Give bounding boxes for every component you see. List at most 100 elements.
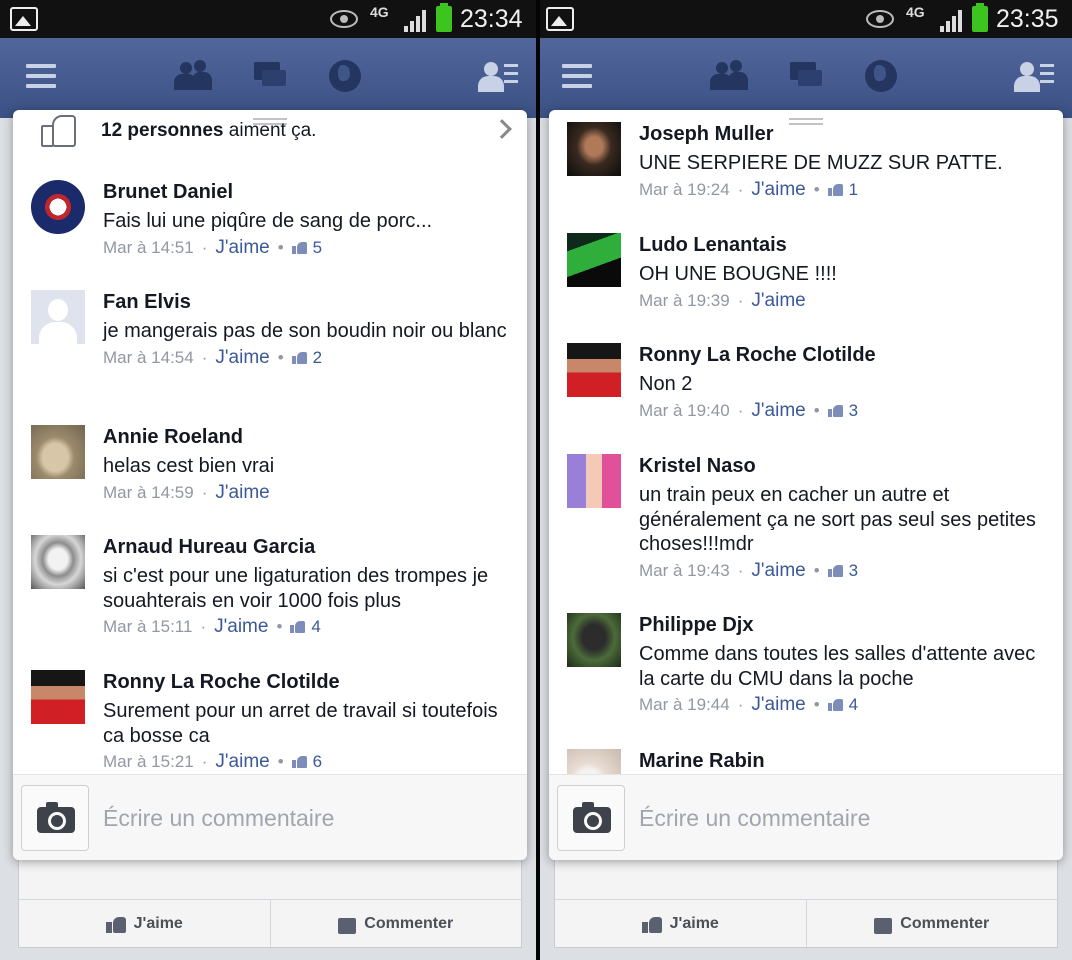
comment-like-link[interactable]: J'aime [215,751,269,772]
signal-icon [404,8,430,32]
signal-icon [940,8,966,32]
separator-dot: • [813,695,820,714]
comment-text: Non 2 [639,373,693,395]
avatar[interactable] [31,670,85,724]
camera-icon [573,802,611,833]
network-type-label: 4G [370,4,389,20]
comment-input[interactable] [639,803,1047,833]
phone-screen-left: 4G 23:34 12 J'aime · 31 commentaires J'a… [0,0,536,960]
comment-like-count[interactable]: 1 [827,180,858,199]
commenter-name[interactable]: Fan Elvis [103,290,511,314]
like-icon [291,241,308,254]
comment-timestamp: Mar à 14:59 [103,482,194,502]
comment-like-count[interactable]: 6 [291,752,322,771]
menu-icon[interactable] [558,58,598,94]
comment-like-link[interactable]: J'aime [215,482,269,503]
friends-list-icon[interactable] [478,58,518,94]
likes-summary-row[interactable]: 12 personnes aiment ça. [13,110,527,156]
commenter-name[interactable]: Ronny La Roche Clotilde [639,343,1047,367]
add-photo-button[interactable] [21,785,89,851]
like-icon [641,915,662,933]
friend-requests-icon[interactable] [174,58,214,94]
avatar[interactable] [567,233,621,287]
notifications-globe-icon[interactable] [329,60,361,92]
comment-composer [13,774,527,860]
separator-dot: · [200,617,207,636]
commenter-name[interactable]: Annie Roeland [103,425,511,449]
avatar[interactable] [31,290,85,344]
comment-like-count[interactable]: 4 [827,695,858,714]
comment-icon [338,917,357,934]
comment-text: Fais lui une piqûre de sang de porc... [103,210,433,232]
camera-icon [37,802,75,833]
messages-icon[interactable] [786,58,826,94]
menu-icon[interactable] [22,58,62,94]
commenter-name[interactable]: Ludo Lenantais [639,233,1047,257]
like-icon [291,755,308,768]
post-comment-button[interactable]: Commenter [805,900,1058,947]
like-icon [105,915,126,933]
comment-like-count[interactable]: 2 [291,348,322,367]
comment-timestamp: Mar à 19:39 [639,290,730,310]
comment-like-count[interactable]: 3 [827,561,858,580]
comment-text: si c'est pour une ligaturation des tromp… [103,565,489,612]
comment-text: helas cest bien vrai [103,455,275,477]
separator-dot: • [276,617,283,636]
avatar[interactable] [31,535,85,589]
friend-requests-icon[interactable] [710,58,750,94]
post-comment-button[interactable]: Commenter [269,900,522,947]
status-bar: 4G 23:34 [0,0,536,38]
like-icon [827,404,844,417]
comment-like-count[interactable]: 5 [291,238,322,257]
separator-dot: · [737,290,744,310]
like-icon [827,183,844,196]
status-bar: 4G 23:35 [540,0,1072,38]
post-like-button[interactable]: J'aime [19,900,270,947]
comment-like-link[interactable]: J'aime [215,237,269,258]
separator-dot: · [201,347,208,367]
comment-like-link[interactable]: J'aime [214,616,268,637]
separator-dot: • [277,752,284,771]
comments-panel: Joseph Muller UNE SERPIERE DE MUZZ SUR PA… [549,110,1063,860]
commenter-name[interactable]: Kristel Naso [639,454,1047,478]
clock: 23:34 [460,5,523,33]
add-photo-button[interactable] [557,785,625,851]
friends-list-icon[interactable] [1014,58,1054,94]
notifications-globe-icon[interactable] [865,60,897,92]
avatar[interactable] [31,425,85,479]
separator-dot: • [813,560,820,580]
comment-like-link[interactable]: J'aime [751,560,805,581]
commenter-name[interactable]: Marine Rabin [639,749,1047,773]
avatar[interactable] [567,343,621,397]
like-icon [291,351,308,364]
post-like-button[interactable]: J'aime [555,900,806,947]
comment-timestamp: Mar à 19:40 [639,400,730,420]
comment-like-link[interactable]: J'aime [751,179,805,200]
comment-text: OH UNE BOUGNE !!!! [639,263,837,285]
avatar[interactable] [567,122,621,176]
comment-meta: Mar à 15:11 · J'aime • 4 [103,616,511,638]
like-icon [827,564,844,577]
comment-timestamp: Mar à 15:21 [103,752,194,771]
comment-like-link[interactable]: J'aime [215,347,269,368]
avatar[interactable] [31,180,85,234]
comment-timestamp: Mar à 19:44 [639,695,730,714]
facebook-nav-bar [540,38,1072,118]
avatar[interactable] [567,454,621,508]
commenter-name[interactable]: Philippe Djx [639,613,1047,637]
comment-input[interactable] [103,803,511,833]
comment-like-link[interactable]: J'aime [751,290,805,311]
messages-icon[interactable] [250,58,290,94]
separator-dot: · [737,695,744,714]
separator-dot: · [201,237,208,257]
commenter-name[interactable]: Brunet Daniel [103,180,511,204]
commenter-name[interactable]: Arnaud Hureau Garcia [103,535,511,559]
comment-timestamp: Mar à 14:54 [103,347,194,367]
comment-like-count[interactable]: 4 [290,617,321,636]
commenter-name[interactable]: Joseph Muller [639,122,1047,146]
comment-like-count[interactable]: 3 [827,401,858,420]
comment-like-link[interactable]: J'aime [751,400,805,421]
comment-like-link[interactable]: J'aime [751,694,805,715]
commenter-name[interactable]: Ronny La Roche Clotilde [103,670,511,694]
avatar[interactable] [567,613,621,667]
